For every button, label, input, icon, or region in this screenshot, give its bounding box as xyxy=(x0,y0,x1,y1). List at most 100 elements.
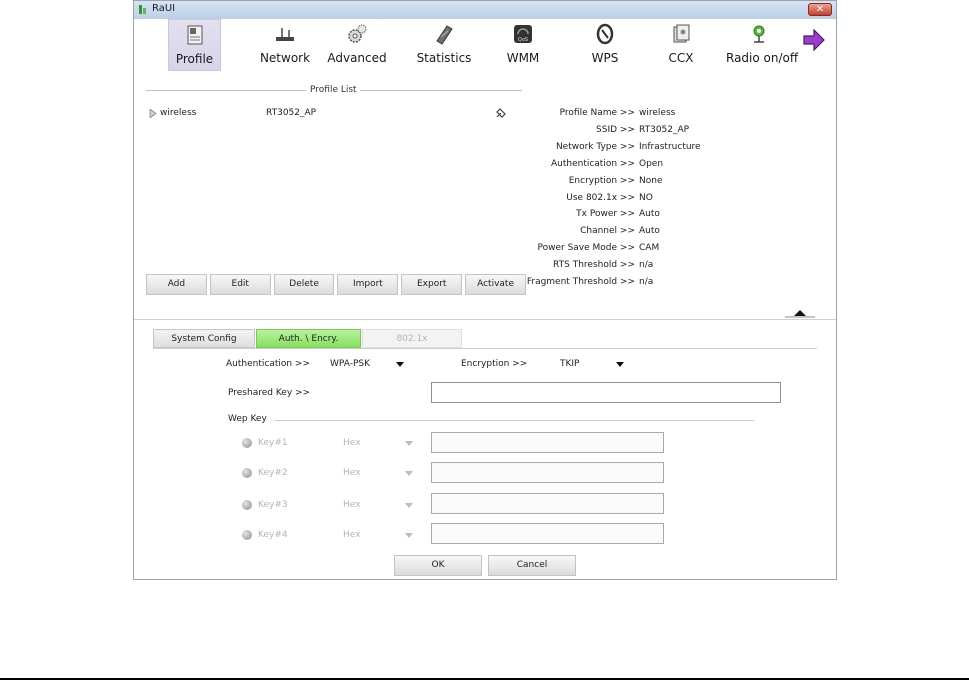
info-value: wireless xyxy=(639,108,676,118)
profile-row-ssid: RT3052_AP xyxy=(266,108,317,118)
ccx-icon xyxy=(673,24,690,43)
encryption-value: TKIP xyxy=(560,359,580,369)
key4-input[interactable] xyxy=(431,523,664,544)
import-button[interactable]: Import xyxy=(337,274,399,295)
edit-button[interactable]: Edit xyxy=(209,274,271,295)
key2-radio[interactable] xyxy=(242,468,252,478)
toolbar-wps[interactable]: WPS xyxy=(582,19,628,71)
toolbar-radio-label: Radio on/off xyxy=(726,51,799,65)
toolbar-radio-onoff[interactable]: Radio on/off xyxy=(726,19,799,71)
info-key: SSID >> xyxy=(596,124,635,135)
key1-format-value: Hex xyxy=(343,438,361,448)
wep-key-rule xyxy=(274,420,754,421)
info-value: None xyxy=(639,175,663,186)
profile-list-rule-right xyxy=(360,90,522,91)
statistics-icon xyxy=(436,25,453,45)
info-row-power-save: Power Save Mode >> CAM xyxy=(524,240,714,257)
tab-underline xyxy=(153,348,817,349)
info-row-tx-power: Tx Power >> Auto xyxy=(524,206,714,223)
key1-format-select[interactable]: Hex xyxy=(339,433,419,451)
info-row-fragment: Fragment Threshold >> n/a xyxy=(524,274,714,291)
info-key: Tx Power >> xyxy=(576,209,635,220)
key1-radio[interactable] xyxy=(242,438,252,448)
tab-auth-encry[interactable]: Auth. \ Encry. xyxy=(256,329,361,348)
key1-input[interactable] xyxy=(431,432,664,453)
list-item[interactable]: wireless RT3052_AP xyxy=(146,106,526,122)
info-row-profile-name: Profile Name >> wireless xyxy=(524,105,714,122)
toolbar-profile[interactable]: Profile xyxy=(168,19,221,71)
key2-input[interactable] xyxy=(431,462,664,483)
key4-radio[interactable] xyxy=(242,530,252,540)
info-value: RT3052_AP xyxy=(639,124,690,135)
tab-system-config[interactable]: System Config xyxy=(153,329,255,348)
key4-format-select[interactable]: Hex xyxy=(339,525,419,543)
info-value: Auto xyxy=(639,209,660,220)
profile-list-rule-left xyxy=(146,90,306,91)
info-value: CAM xyxy=(639,243,660,254)
next-arrow-icon[interactable] xyxy=(802,29,826,51)
info-row-ssid: SSID >> RT3052_AP xyxy=(524,122,714,139)
preshared-key-input[interactable] xyxy=(431,382,781,403)
key2-label: Key#2 xyxy=(258,468,288,478)
info-key: Fragment Threshold >> xyxy=(526,277,635,288)
authentication-select[interactable]: WPA-PSK xyxy=(324,354,409,372)
toolbar-statistics-label: Statistics xyxy=(416,51,472,65)
key2-format-value: Hex xyxy=(343,468,361,478)
svg-text:QoS: QoS xyxy=(518,37,528,43)
preshared-key-label: Preshared Key >> xyxy=(228,388,311,398)
profile-row-name: wireless xyxy=(160,108,197,118)
add-button[interactable]: Add xyxy=(146,274,207,295)
profile-list-title: Profile List xyxy=(310,85,357,95)
key3-input[interactable] xyxy=(431,493,664,514)
tab-802-1x[interactable]: 802.1x xyxy=(362,329,462,348)
window-title: RaUI xyxy=(152,3,176,14)
toolbar-ccx-label: CCX xyxy=(668,51,694,65)
chevron-down-icon xyxy=(405,533,413,538)
info-value: Infrastructure xyxy=(639,141,701,152)
chevron-down-icon xyxy=(405,441,413,446)
advanced-gear-icon xyxy=(348,24,367,43)
key3-format-value: Hex xyxy=(343,500,361,510)
key4-label: Key#4 xyxy=(258,530,288,540)
page-footer-rule xyxy=(0,678,969,680)
toolbar-ccx[interactable]: CCX xyxy=(662,19,700,71)
toolbar-statistics[interactable]: Statistics xyxy=(414,19,474,71)
key1-label: Key#1 xyxy=(258,438,288,448)
key3-format-select[interactable]: Hex xyxy=(339,495,419,513)
info-key: Use 802.1x >> xyxy=(566,192,635,203)
collapse-up-icon[interactable] xyxy=(785,306,815,318)
profile-info-panel: Profile Name >> wireless SSID >> RT3052_AP… xyxy=(524,105,714,291)
info-key: Encryption >> xyxy=(568,175,635,186)
close-button[interactable]: ✕ xyxy=(808,3,832,16)
info-row-authentication: Authentication >> Open xyxy=(524,156,714,173)
panel-splitter xyxy=(134,319,836,320)
toolbar-network[interactable]: Network xyxy=(256,19,314,71)
row-expand-icon xyxy=(149,109,157,118)
info-key: Channel >> xyxy=(580,226,635,237)
chevron-down-icon xyxy=(396,362,404,367)
toolbar-network-label: Network xyxy=(259,51,311,65)
toolbar-wps-label: WPS xyxy=(591,51,619,65)
encryption-select[interactable]: TKIP xyxy=(554,354,629,372)
info-value: n/a xyxy=(639,260,654,271)
toolbar-advanced[interactable]: Advanced xyxy=(324,19,390,71)
toolbar-wmm[interactable]: QoS WMM xyxy=(502,19,544,71)
info-row-channel: Channel >> Auto xyxy=(524,223,714,240)
key3-radio[interactable] xyxy=(242,500,252,510)
info-key: RTS Threshold >> xyxy=(553,260,635,271)
toolbar: Profile Network Advanced Statistics QoS … xyxy=(134,19,836,71)
info-value: Auto xyxy=(639,226,660,237)
network-icon xyxy=(276,28,294,41)
export-button[interactable]: Export xyxy=(401,274,463,295)
toolbar-wmm-label: WMM xyxy=(506,51,540,65)
chevron-down-icon xyxy=(405,503,413,508)
key2-format-select[interactable]: Hex xyxy=(339,463,419,481)
info-row-802-1x: Use 802.1x >> NO xyxy=(524,190,714,207)
activate-button[interactable]: Activate xyxy=(465,274,526,295)
cancel-button[interactable]: Cancel xyxy=(488,555,576,576)
delete-button[interactable]: Delete xyxy=(273,274,335,295)
ok-button[interactable]: OK xyxy=(394,555,482,576)
info-value: n/a xyxy=(639,277,654,288)
wps-icon xyxy=(596,23,614,45)
info-row-encryption: Encryption >> None xyxy=(524,173,714,190)
